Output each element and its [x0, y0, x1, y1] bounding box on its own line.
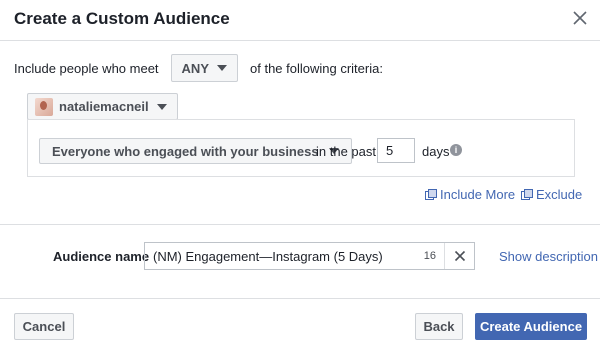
engagement-dropdown-value: Everyone who engaged with your business	[52, 143, 319, 159]
criteria-prefix: Include people who meet	[14, 60, 159, 76]
include-more-icon	[425, 189, 437, 200]
criteria-row: Include people who meet ANY of the follo…	[14, 54, 383, 82]
info-icon[interactable]: i	[450, 144, 462, 156]
engagement-dropdown[interactable]: Everyone who engaged with your business	[39, 138, 352, 164]
close-icon	[454, 250, 465, 262]
close-icon[interactable]	[570, 8, 590, 28]
cancel-button[interactable]: Cancel	[14, 313, 74, 340]
section-divider	[0, 224, 600, 225]
caret-down-icon	[217, 65, 227, 71]
exclude-label: Exclude	[536, 187, 583, 202]
footer-divider	[0, 298, 600, 299]
match-dropdown[interactable]: ANY	[170, 54, 238, 82]
dialog-title: Create a Custom Audience	[14, 9, 230, 28]
back-button[interactable]: Back	[415, 313, 463, 340]
criteria-suffix: of the following criteria:	[250, 60, 383, 76]
match-dropdown-value: ANY	[181, 60, 209, 76]
show-description-link[interactable]: Show description	[499, 249, 598, 264]
clear-button[interactable]	[444, 243, 474, 269]
create-audience-button[interactable]: Create Audience	[475, 313, 587, 340]
caret-down-icon	[156, 103, 167, 110]
in-the-past-label: in the past	[316, 144, 376, 159]
avatar	[35, 97, 53, 116]
include-more-label: Include More	[440, 187, 516, 202]
audience-name-input[interactable]	[145, 243, 424, 269]
exclude-icon	[521, 189, 533, 200]
days-input[interactable]	[377, 138, 415, 163]
audience-name-label: Audience name	[53, 249, 150, 264]
rule-box: Everyone who engaged with your business …	[27, 119, 575, 177]
char-count: 16	[423, 250, 436, 262]
exclude-link[interactable]: Exclude	[521, 187, 582, 202]
account-dropdown[interactable]: nataliemacneil	[27, 93, 178, 120]
dialog-header: Create a Custom Audience	[0, 0, 600, 41]
days-label: days	[422, 144, 450, 159]
account-name: nataliemacneil	[59, 99, 149, 114]
include-more-link[interactable]: Include More	[425, 187, 515, 202]
audience-name-field: 16	[144, 242, 475, 270]
